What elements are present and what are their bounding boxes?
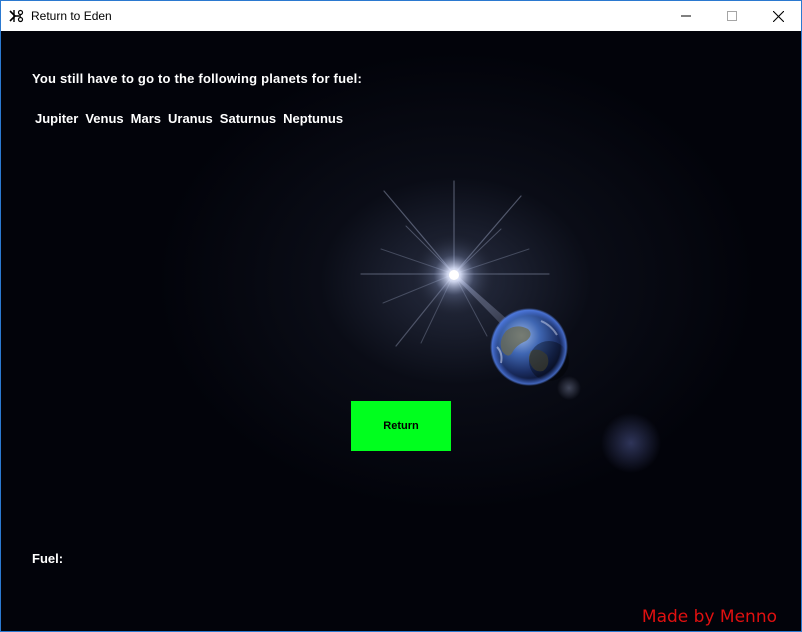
planet-saturnus: Saturnus xyxy=(219,111,277,126)
minimize-button[interactable] xyxy=(663,1,709,31)
planet-venus: Venus xyxy=(85,111,124,126)
fuel-instructions: You still have to go to the following pl… xyxy=(32,71,362,86)
maximize-icon xyxy=(727,11,737,21)
sun-core xyxy=(449,270,459,280)
return-button[interactable]: Return xyxy=(351,401,451,451)
app-window: Return to Eden You still have to go to t… xyxy=(0,0,802,632)
maximize-button[interactable] xyxy=(709,1,755,31)
app-icon xyxy=(8,8,24,24)
title-bar[interactable]: Return to Eden xyxy=(1,1,801,31)
close-button[interactable] xyxy=(755,1,801,31)
window-title: Return to Eden xyxy=(31,9,112,23)
minimize-icon xyxy=(681,15,691,17)
planet-mars: Mars xyxy=(130,111,161,126)
planet-uranus: Uranus xyxy=(168,111,213,126)
earth-planet xyxy=(490,308,569,386)
planet-neptunus: Neptunus xyxy=(283,111,344,126)
fuel-label: Fuel: xyxy=(32,551,64,566)
flare-orb-large xyxy=(601,413,661,473)
planet-list: Jupiter Venus Mars Uranus Saturnus Neptu… xyxy=(35,111,350,126)
flare-orb-small xyxy=(557,376,581,400)
credit-text: Made by Menno xyxy=(641,607,777,627)
game-canvas[interactable]: You still have to go to the following pl… xyxy=(1,31,801,631)
planet-jupiter: Jupiter xyxy=(35,111,79,126)
window-controls xyxy=(663,1,801,31)
close-icon xyxy=(772,10,784,22)
